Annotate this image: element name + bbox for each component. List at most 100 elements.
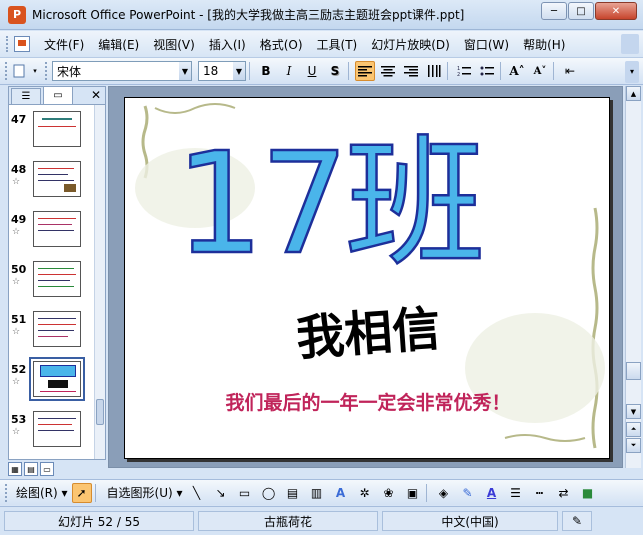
tab-slides[interactable]: ▭ [43, 86, 73, 104]
menu-help[interactable]: 帮助(H) [523, 36, 565, 53]
list-item[interactable]: 53 ☆ [9, 411, 95, 457]
scrollbar-thumb[interactable] [626, 362, 641, 380]
pointer-icon[interactable]: ➚ [71, 482, 92, 503]
drawing-toolbar: 绘图(R) ▾ ➚ 自选图形(U) ▾ ╲ ↘ ▭ ◯ ▤ ▥ A ✲ ❀ ▣ … [0, 479, 643, 505]
powerpoint-app-icon[interactable]: P [8, 5, 26, 24]
slide-canvas[interactable]: 17班 我相信 我们最后的一年一定会非常优秀！ [124, 97, 610, 459]
toolbar-separator [348, 62, 349, 80]
maximize-button[interactable]: □ [568, 2, 594, 20]
slide-thumbnail[interactable] [33, 411, 81, 447]
bold-button[interactable]: B [256, 61, 276, 81]
distribute-button[interactable] [424, 61, 444, 81]
decrease-indent-button[interactable]: ⇤ [560, 61, 580, 81]
scrollbar-thumb[interactable] [96, 399, 104, 425]
menu-format[interactable]: 格式(O) [260, 36, 303, 53]
align-right-button[interactable] [401, 61, 421, 81]
dash-style-icon[interactable]: ┅ [530, 483, 550, 503]
dropdown-arrow-icon[interactable]: ▾ [30, 61, 40, 81]
grow-font-button[interactable]: A˄ [507, 61, 527, 81]
clipart-icon[interactable]: ❀ [379, 483, 399, 503]
menu-view[interactable]: 视图(V) [153, 36, 195, 53]
slide-tagline[interactable]: 我们最后的一年一定会非常优秀！ [125, 388, 609, 415]
line-style-icon[interactable]: ☰ [506, 483, 526, 503]
toolbar-separator [249, 62, 250, 80]
menu-window[interactable]: 窗口(W) [464, 36, 509, 53]
diagram-icon[interactable]: ✲ [355, 483, 375, 503]
chevron-down-icon[interactable]: ▼ [233, 62, 245, 80]
chevron-down-icon[interactable]: ▼ [179, 62, 191, 80]
shadow-button[interactable]: S [325, 61, 345, 81]
line-color-icon[interactable]: ✎ [458, 483, 478, 503]
slide-thumbnail[interactable] [33, 311, 81, 347]
vertical-textbox-icon[interactable]: ▥ [307, 483, 327, 503]
wordart-icon[interactable]: A [331, 483, 351, 503]
spelling-check-icon[interactable]: ✎ [562, 511, 592, 531]
numbering-button[interactable]: 12 [454, 61, 474, 81]
toolbar-separator [447, 62, 448, 80]
scroll-up-icon[interactable]: ▲ [626, 86, 641, 101]
slide-title[interactable]: 17班 [174, 122, 487, 288]
menubar-options[interactable] [621, 34, 639, 54]
slide-thumbnail-selected[interactable] [29, 357, 85, 401]
slide-position: 幻灯片 52 / 55 [4, 511, 194, 531]
menu-tools[interactable]: 工具(T) [317, 36, 358, 53]
list-item[interactable]: 49 ☆ [9, 211, 95, 257]
fill-color-icon[interactable]: ◈ [434, 483, 454, 503]
list-item[interactable]: 48 ☆ [9, 161, 95, 207]
slide-thumbnail[interactable] [33, 161, 81, 197]
slide-thumbnail[interactable] [33, 261, 81, 297]
align-left-button[interactable] [355, 61, 375, 81]
previous-slide-icon[interactable]: ⏶ [626, 422, 641, 437]
document-icon[interactable] [14, 36, 30, 52]
toolbar-options[interactable]: ▾ [625, 61, 639, 83]
bullets-button[interactable] [477, 61, 497, 81]
italic-button[interactable]: I [279, 61, 299, 81]
shrink-font-button[interactable]: A˅ [530, 61, 550, 81]
toolbar-separator [500, 62, 501, 80]
list-item[interactable]: 47 [9, 111, 95, 157]
editor-vertical-scrollbar[interactable]: ▲ ▼ ⏶ ⏷ [625, 86, 641, 468]
minimize-button[interactable]: ─ [541, 2, 567, 20]
slide-title-wordart[interactable]: 17班 [125, 102, 610, 292]
menubar-grip[interactable] [6, 36, 10, 52]
menu-file[interactable]: 文件(F) [44, 36, 84, 53]
toolbar-grip[interactable] [5, 62, 8, 80]
scroll-down-icon[interactable]: ▼ [626, 404, 641, 419]
rectangle-icon[interactable]: ▭ [235, 483, 255, 503]
font-size-combo[interactable]: 18 ▼ [198, 61, 246, 81]
toolbar-grip[interactable] [45, 62, 48, 80]
next-slide-icon[interactable]: ⏷ [626, 438, 641, 453]
slide-number: 50 [11, 263, 27, 276]
shadow-icon[interactable]: ■ [578, 483, 598, 503]
align-center-button[interactable] [378, 61, 398, 81]
picture-icon[interactable]: ▣ [403, 483, 423, 503]
list-item[interactable]: 50 ☆ [9, 261, 95, 307]
list-item[interactable]: 52 ☆ [9, 357, 95, 407]
panel-close-icon[interactable]: ✕ [91, 88, 101, 102]
font-color-icon[interactable]: A [482, 483, 502, 503]
autoshapes-menu-button[interactable]: 自选图形(U) ▾ [107, 484, 183, 501]
slide-thumbnail[interactable] [33, 211, 81, 247]
slideshow-view-icon[interactable]: ▭ [40, 462, 54, 476]
panel-scrollbar[interactable] [94, 105, 105, 459]
menu-slideshow[interactable]: 幻灯片放映(D) [371, 36, 450, 53]
arrow-style-icon[interactable]: ⇄ [554, 483, 574, 503]
new-document-icon[interactable] [11, 61, 27, 81]
animation-star-icon: ☆ [12, 227, 21, 237]
menu-edit[interactable]: 编辑(E) [98, 36, 139, 53]
close-button[interactable]: ✕ [595, 2, 637, 20]
draw-menu-button[interactable]: 绘图(R) ▾ [16, 484, 68, 501]
normal-view-icon[interactable]: ▦ [8, 462, 22, 476]
slide-thumbnail[interactable] [33, 111, 81, 147]
textbox-icon[interactable]: ▤ [283, 483, 303, 503]
slide-sorter-view-icon[interactable]: ▤ [24, 462, 38, 476]
line-icon[interactable]: ╲ [187, 483, 207, 503]
underline-button[interactable]: U [302, 61, 322, 81]
oval-icon[interactable]: ◯ [259, 483, 279, 503]
font-name-combo[interactable]: 宋体 ▼ [52, 61, 192, 81]
tab-outline[interactable]: ☰ [11, 88, 41, 104]
toolbar-grip[interactable] [5, 483, 8, 502]
arrow-icon[interactable]: ↘ [211, 483, 231, 503]
list-item[interactable]: 51 ☆ [9, 311, 95, 357]
menu-insert[interactable]: 插入(I) [209, 36, 246, 53]
